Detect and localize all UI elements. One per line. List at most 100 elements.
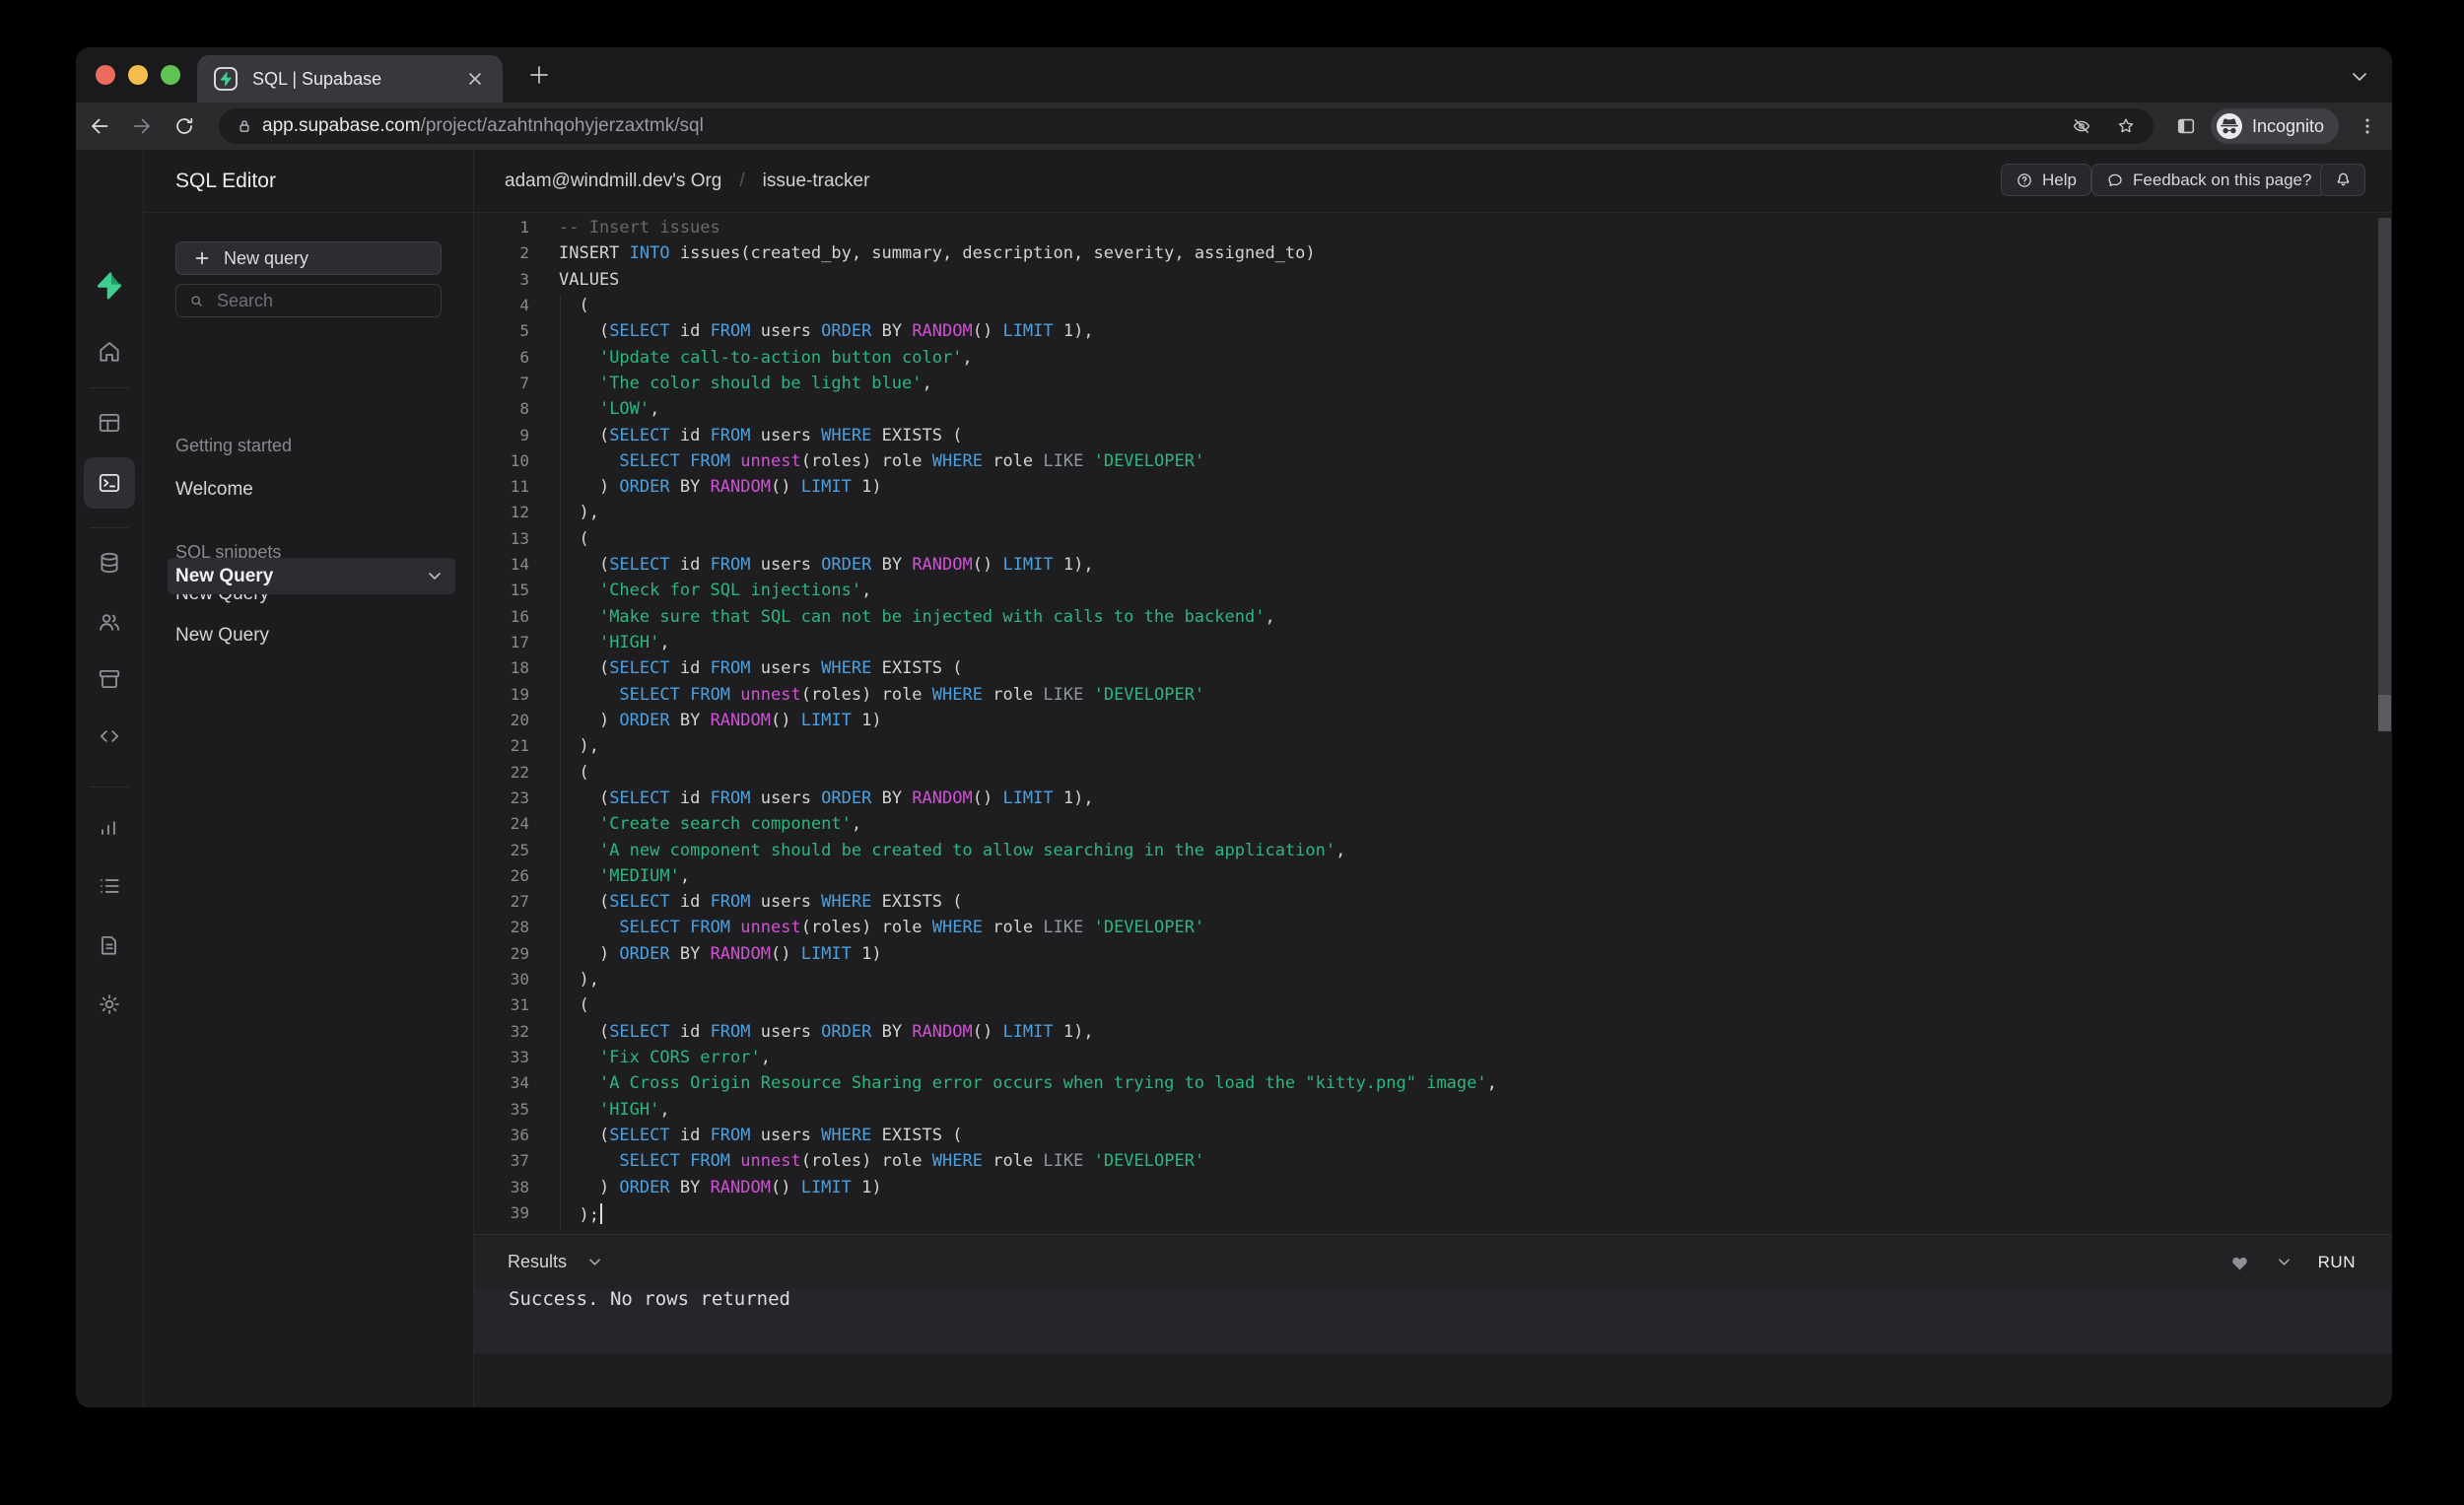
code-line[interactable]: 'Update call-to-action button color', — [559, 348, 1497, 374]
feedback-button[interactable]: Feedback on this page? — [2091, 164, 2327, 196]
new-tab-button[interactable] — [527, 63, 551, 87]
code-line[interactable]: (SELECT id FROM users WHERE EXISTS ( — [559, 658, 1497, 684]
browser-tab[interactable]: SQL | Supabase — [197, 55, 503, 103]
code-line[interactable]: VALUES — [559, 270, 1497, 296]
supabase-logo-icon[interactable] — [93, 269, 126, 303]
database-icon[interactable] — [97, 550, 122, 576]
sidebar-item-new-query-3-active[interactable]: New Query — [168, 558, 455, 594]
code-line[interactable]: 'Create search component', — [559, 814, 1497, 840]
minimize-window-button[interactable] — [128, 65, 148, 85]
storage-icon[interactable] — [97, 666, 122, 692]
run-button[interactable]: RUN — [2318, 1253, 2356, 1272]
code-line[interactable]: 'Fix CORS error', — [559, 1048, 1497, 1073]
code-line[interactable]: (SELECT id FROM users ORDER BY RANDOM() … — [559, 321, 1497, 347]
reload-button[interactable] — [172, 114, 196, 138]
code-line[interactable]: 'HIGH', — [559, 633, 1497, 658]
search-input[interactable] — [217, 290, 414, 311]
code-line[interactable]: 'HIGH', — [559, 1100, 1497, 1126]
url-bar[interactable]: app.supabase.com/project/azahtnhqohyjerz… — [219, 108, 2154, 144]
close-window-button[interactable] — [96, 65, 115, 85]
eye-off-icon[interactable] — [2072, 116, 2091, 136]
side-panel-icon[interactable] — [2175, 115, 2197, 137]
code-line[interactable]: 'Check for SQL injections', — [559, 581, 1497, 606]
snippet-search[interactable] — [175, 284, 442, 317]
code-line[interactable]: 'A new component should be created to al… — [559, 841, 1497, 866]
code-token: ( — [559, 787, 610, 808]
code-line[interactable]: (SELECT id FROM users WHERE EXISTS ( — [559, 892, 1497, 918]
code-token: RANDOM — [912, 1021, 973, 1042]
code-line[interactable]: SELECT FROM unnest(roles) role WHERE rol… — [559, 918, 1497, 943]
code-content[interactable]: -- Insert issues INSERT INTO issues(creat… — [559, 218, 1497, 1229]
code-token: , — [851, 814, 862, 835]
code-line[interactable]: INSERT INTO issues(created_by, summary, … — [559, 243, 1497, 269]
auth-users-icon[interactable] — [97, 609, 122, 635]
browser-menu-kebab-icon[interactable] — [2357, 115, 2378, 137]
code-line[interactable]: ), — [559, 736, 1497, 762]
code-line[interactable]: (SELECT id FROM users ORDER BY RANDOM() … — [559, 788, 1497, 814]
code-line[interactable]: (SELECT id FROM users ORDER BY RANDOM() … — [559, 1022, 1497, 1048]
reports-icon[interactable] — [97, 814, 122, 840]
code-line[interactable]: 'MEDIUM', — [559, 866, 1497, 892]
home-icon[interactable] — [97, 339, 122, 365]
code-line[interactable]: (SELECT id FROM users WHERE EXISTS ( — [559, 1126, 1497, 1151]
help-button[interactable]: Help — [2001, 164, 2091, 196]
code-line[interactable]: SELECT FROM unnest(roles) role WHERE rol… — [559, 1151, 1497, 1177]
sql-editor-icon[interactable] — [97, 470, 122, 496]
code-line[interactable]: 'Make sure that SQL can not be injected … — [559, 607, 1497, 633]
close-tab-icon[interactable] — [465, 69, 485, 89]
code-line[interactable]: SELECT FROM unnest(roles) role WHERE rol… — [559, 451, 1497, 477]
notifications-button[interactable] — [2320, 164, 2365, 196]
code-line[interactable]: ) ORDER BY RANDOM() LIMIT 1) — [559, 477, 1497, 503]
code-token: () — [770, 1177, 801, 1197]
code-line[interactable]: ) ORDER BY RANDOM() LIMIT 1) — [559, 711, 1497, 736]
code-line[interactable]: ( — [559, 763, 1497, 788]
code-line[interactable]: ( — [559, 296, 1497, 321]
code-line[interactable]: ) ORDER BY RANDOM() LIMIT 1) — [559, 1178, 1497, 1203]
table-editor-icon[interactable] — [97, 410, 122, 436]
code-token: LIMIT — [800, 710, 852, 730]
api-code-icon[interactable] — [97, 723, 122, 749]
code-line[interactable]: ), — [559, 503, 1497, 528]
results-dropdown[interactable]: Results — [508, 1235, 601, 1289]
code-line[interactable]: (SELECT id FROM users ORDER BY RANDOM() … — [559, 555, 1497, 581]
code-line[interactable]: ) ORDER BY RANDOM() LIMIT 1) — [559, 944, 1497, 970]
back-button[interactable] — [88, 114, 111, 138]
code-token: 'Make sure that SQL can not be injected … — [598, 606, 1266, 627]
code-line[interactable]: ( — [559, 529, 1497, 555]
code-token: EXISTS ( — [871, 425, 963, 445]
zoom-window-button[interactable] — [161, 65, 180, 85]
sidebar-item-new-query-2[interactable]: New Query — [175, 625, 269, 647]
tab-list-chevron-icon[interactable] — [2351, 71, 2368, 83]
favorite-heart-icon[interactable] — [2229, 1253, 2250, 1271]
code-line[interactable]: -- Insert issues — [559, 218, 1497, 243]
code-line[interactable]: 'LOW', — [559, 399, 1497, 425]
editor-scrollbar[interactable] — [2378, 218, 2391, 729]
code-line[interactable]: ( — [559, 995, 1497, 1021]
code-token: , — [922, 373, 932, 393]
code-line[interactable]: ), — [559, 970, 1497, 995]
chevron-down-icon[interactable] — [428, 572, 442, 581]
code-line[interactable]: SELECT FROM unnest(roles) role WHERE rol… — [559, 685, 1497, 711]
code-token: LIMIT — [1002, 1021, 1054, 1042]
sql-code-editor[interactable]: 1 2 3 4 5 6 7 8 9 10 11 12 13 14 15 16 17 18 19 20 21 22 23 24 2… — [474, 213, 2392, 1234]
logs-icon[interactable] — [97, 873, 122, 899]
code-line[interactable]: (SELECT id FROM users WHERE EXISTS ( — [559, 426, 1497, 451]
settings-gear-icon[interactable] — [97, 992, 122, 1017]
breadcrumb-project[interactable]: issue-tracker — [763, 171, 870, 192]
code-line[interactable]: 'The color should be light blue', — [559, 374, 1497, 399]
code-token: ORDER — [619, 943, 670, 964]
new-query-button[interactable]: New query — [175, 241, 442, 275]
code-line[interactable]: ); — [559, 1202, 1497, 1229]
code-token: , — [679, 865, 691, 886]
run-options-chevron-icon[interactable] — [2278, 1258, 2291, 1266]
breadcrumb-org[interactable]: adam@windmill.dev's Org — [505, 171, 721, 192]
code-line[interactable]: 'A Cross Origin Resource Sharing error o… — [559, 1073, 1497, 1099]
docs-icon[interactable] — [97, 932, 122, 958]
code-token: users — [750, 892, 822, 913]
bookmark-star-icon[interactable] — [2116, 116, 2136, 136]
forward-button[interactable] — [130, 114, 154, 138]
sidebar-item-welcome[interactable]: Welcome — [175, 479, 253, 501]
